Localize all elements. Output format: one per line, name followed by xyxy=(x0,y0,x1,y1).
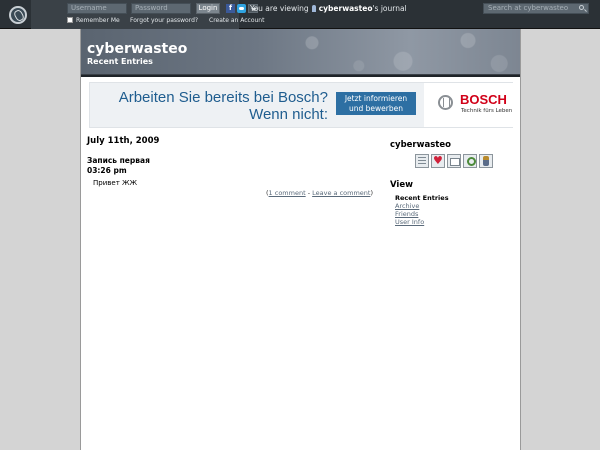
search-icon[interactable] xyxy=(579,5,584,10)
sidebar-view-title: View xyxy=(390,180,413,190)
checkbox-box[interactable] xyxy=(67,17,73,23)
entry-date[interactable]: July 11th, 2009 xyxy=(87,136,159,146)
facebook-icon[interactable]: f xyxy=(226,4,235,13)
journal-subtitle: Recent Entries xyxy=(87,57,153,66)
search-icon[interactable] xyxy=(463,154,477,168)
entry-comment-links: (1 comment - Leave a comment) xyxy=(266,189,373,198)
message-icon[interactable] xyxy=(447,154,461,168)
tracking-icon[interactable] xyxy=(479,154,493,168)
add-friend-icon[interactable] xyxy=(431,154,445,168)
header-decoration xyxy=(260,29,520,74)
ad-cta-line2: und bewerben xyxy=(349,104,403,113)
sidebar-item-archive[interactable]: Archive xyxy=(395,202,449,210)
journal-title[interactable]: cyberwasteo xyxy=(87,41,187,57)
journal-header: cyberwasteo Recent Entries xyxy=(81,29,520,75)
login-button[interactable]: Login xyxy=(196,3,220,14)
bosch-armature-icon xyxy=(438,95,453,110)
bosch-logo: BOSCH xyxy=(460,92,507,107)
ad-headline: Arbeiten Sie bereits bei Bosch? Wenn nic… xyxy=(98,89,328,123)
remember-me-checkbox[interactable]: Remember Me xyxy=(67,17,120,25)
viewing-suffix: 's journal xyxy=(372,4,407,13)
remember-me-label: Remember Me xyxy=(76,17,120,24)
bosch-tagline: Technik fürs Leben xyxy=(461,108,513,114)
journal-page: cyberwasteo Recent Entries Arbeiten Sie … xyxy=(80,29,521,450)
search-placeholder: Search at cyberwasteo xyxy=(488,4,569,12)
sidebar-username: cyberwasteo xyxy=(390,140,451,150)
twitter-icon[interactable] xyxy=(237,4,246,13)
viewing-journal-label: You are viewing cyberwasteo's journal xyxy=(250,4,407,14)
ad-brand-area: BOSCH Technik fürs Leben xyxy=(424,83,513,127)
links-close: ) xyxy=(370,189,374,197)
entry-body: Привет ЖЖ xyxy=(93,179,138,187)
username-input[interactable]: Username xyxy=(67,3,127,14)
sidebar-item-friends[interactable]: Friends xyxy=(395,210,449,218)
livejournal-logo-icon[interactable] xyxy=(9,6,27,24)
leave-comment-link[interactable]: Leave a comment xyxy=(312,189,370,197)
ad-cta-button[interactable]: Jetzt informieren und bewerben xyxy=(336,92,416,115)
entry-subject[interactable]: Запись первая xyxy=(87,156,150,166)
user-icon[interactable] xyxy=(311,5,316,12)
sidebar-item-recent-entries: Recent Entries xyxy=(395,194,449,202)
comments-link[interactable]: 1 comment xyxy=(269,189,306,197)
viewing-prefix: You are viewing xyxy=(250,4,309,13)
search-input[interactable]: Search at cyberwasteo xyxy=(483,3,589,14)
sidebar-view-nav: Recent Entries Archive Friends User Info xyxy=(395,194,449,226)
bosch-banner-ad[interactable]: Arbeiten Sie bereits bei Bosch? Wenn nic… xyxy=(89,82,513,128)
viewing-username-link[interactable]: cyberwasteo xyxy=(319,4,373,13)
header-divider xyxy=(81,75,520,77)
ad-headline-line2: Wenn nicht: xyxy=(249,106,328,123)
top-navigation-bar: Username Password Login f Remember Me Fo… xyxy=(0,0,600,29)
login-panel: Username Password Login f Remember Me Fo… xyxy=(31,0,264,29)
sidebar-item-user-info[interactable]: User Info xyxy=(395,218,449,226)
password-input[interactable]: Password xyxy=(131,3,191,14)
profile-icon[interactable] xyxy=(415,154,429,168)
ad-headline-line1: Arbeiten Sie bereits bei Bosch? xyxy=(118,89,328,106)
forgot-password-link[interactable]: Forgot your password? xyxy=(130,17,198,25)
create-account-link[interactable]: Create an Account xyxy=(209,17,264,25)
ad-cta-line1: Jetzt informieren xyxy=(344,94,408,103)
entry-time: 03:26 pm xyxy=(87,166,127,175)
